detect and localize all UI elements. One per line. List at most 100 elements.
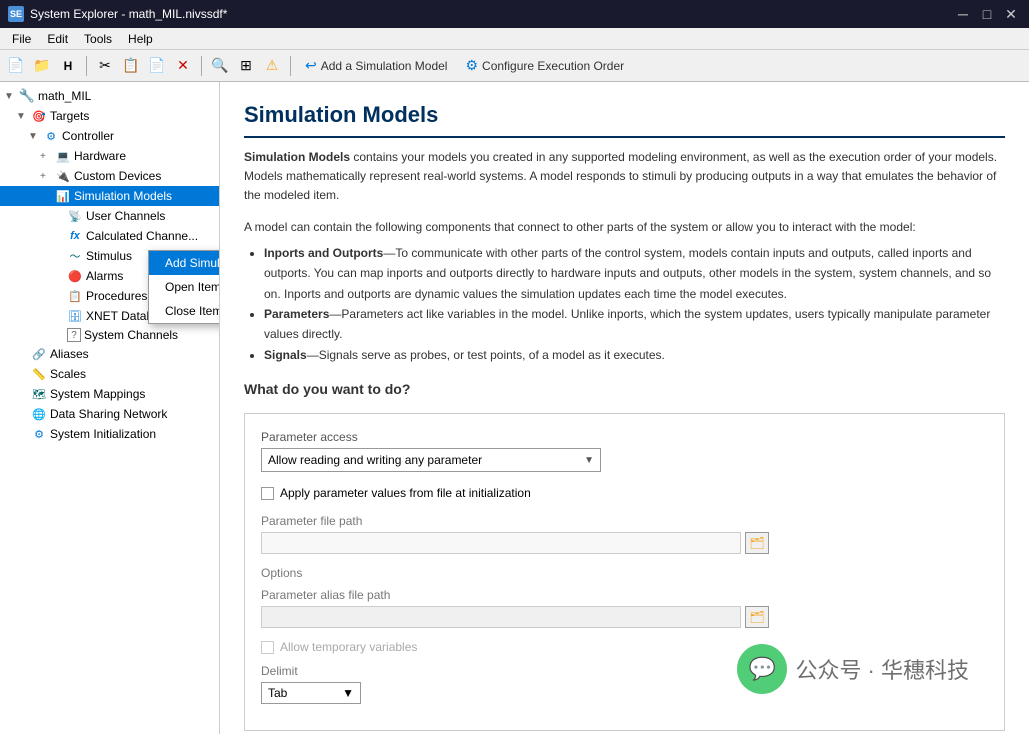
tree-item-math-mil[interactable]: ▼ 🔧 math_MIL [0,86,219,106]
app-icon: SE [8,6,24,22]
add-simulation-icon: ↩ [305,57,317,74]
delimit-value: Tab [268,686,287,700]
tree-item-system-channels[interactable]: ? System Channels [0,326,219,344]
menu-file[interactable]: File [4,30,39,48]
delimit-arrow: ▼ [342,686,354,700]
tree-icon-user-channels: 📡 [67,208,83,224]
toolbar-grid[interactable]: ⊞ [234,54,258,78]
expand-alarms [52,271,64,282]
param-file-label: Parameter file path [261,514,988,528]
expand-controller: ▼ [28,131,40,142]
maximize-button[interactable]: □ [977,4,997,24]
param-access-label: Parameter access [261,430,988,444]
tree-item-hardware[interactable]: + 💻 Hardware [0,146,219,166]
bullet-parameters: Parameters—Parameters act like variables… [264,304,1005,345]
allow-temp-checkbox[interactable] [261,641,274,654]
tree-label-user-channels: User Channels [86,209,165,223]
expand-hardware: + [40,151,52,162]
bullet-inports: Inports and Outports—To communicate with… [264,243,1005,304]
delimit-label: Delimit [261,664,988,678]
tree-icon-scales: 📏 [31,366,47,382]
tree-item-simulation-models[interactable]: 📊 Simulation Models [0,186,219,206]
close-button[interactable]: ✕ [1001,4,1021,24]
tree-icon-aliases: 🔗 [31,346,47,362]
configure-execution-button[interactable]: ⚙ Configure Execution Order [457,54,632,77]
context-open-hierarchy[interactable]: Open Item Hierarchy [149,275,220,299]
param-alias-input[interactable] [261,606,741,628]
param-file-input[interactable] [261,532,741,554]
toolbar-save[interactable]: H [56,54,80,78]
menu-edit[interactable]: Edit [39,30,76,48]
toolbar-search[interactable]: 🔍 [208,54,232,78]
expand-math-mil: ▼ [4,91,16,102]
toolbar-delete[interactable]: ✕ [171,54,195,78]
expand-calculated-channels [52,231,64,242]
what-to-do-heading: What do you want to do? [244,381,1005,397]
tree-item-scales[interactable]: 📏 Scales [0,364,219,384]
toolbar-cut[interactable]: ✂ [93,54,117,78]
description-text: Simulation Models contains your models y… [244,148,1005,206]
tree-item-system-mappings[interactable]: 🗺 System Mappings [0,384,219,404]
toolbar-new[interactable]: 📄 [4,54,28,78]
tree-label-hardware: Hardware [74,149,126,163]
description-rest: contains your models you created in any … [244,150,997,202]
tree-label-aliases: Aliases [50,347,89,361]
tree-item-calculated-channels[interactable]: fx Calculated Channe... [0,226,219,246]
tree-item-controller[interactable]: ▼ ⚙ Controller [0,126,219,146]
delimit-row: Delimit Tab ▼ [261,664,988,704]
toolbar-open[interactable]: 📁 [30,54,54,78]
tree-icon-controller: ⚙ [43,128,59,144]
tree-label-scales: Scales [50,367,86,381]
context-menu: Add Simulation Model Open Item Hierarchy… [148,250,220,324]
title-bar: SE System Explorer - math_MIL.nivssdf* ─… [0,0,1029,28]
tree-item-user-channels[interactable]: 📡 User Channels [0,206,219,226]
expand-data-sharing [16,409,28,420]
tree-icon-system-mappings: 🗺 [31,386,47,402]
tree-label-system-init: System Initialization [50,427,156,441]
apply-params-checkbox[interactable] [261,487,274,500]
tree-item-custom-devices[interactable]: + 🔌 Custom Devices [0,166,219,186]
toolbar: 📄 📁 H ✂ 📋 📄 ✕ 🔍 ⊞ ⚠ ↩ Add a Simulation M… [0,50,1029,82]
context-add-simulation-model[interactable]: Add Simulation Model [149,251,220,275]
tree-label-data-sharing: Data Sharing Network [50,407,167,421]
delimit-select[interactable]: Tab ▼ [261,682,361,704]
tree-item-targets[interactable]: ▼ 🎯 Targets [0,106,219,126]
left-panel: ▼ 🔧 math_MIL ▼ 🎯 Targets ▼ ⚙ Controller … [0,82,220,734]
add-simulation-model-button[interactable]: ↩ Add a Simulation Model [297,54,455,77]
param-access-select[interactable]: Allow reading and writing any parameter … [261,448,601,472]
menu-help[interactable]: Help [120,30,161,48]
tree-label-targets: Targets [50,109,89,123]
param-alias-row: 🗂 [261,606,988,628]
tree-icon-simulation-models: 📊 [55,188,71,204]
tree-label-simulation-models: Simulation Models [74,189,172,203]
tree-item-data-sharing-network[interactable]: 🌐 Data Sharing Network [0,404,219,424]
tree-label-procedures: Procedures [86,289,147,303]
expand-scales [16,369,28,380]
param-file-group: Parameter file path 🗂 [261,514,988,554]
bullet-signals: Signals—Signals serve as probes, or test… [264,345,1005,365]
tree-label-system-channels: System Channels [84,328,178,342]
apply-params-label: Apply parameter values from file at init… [280,486,531,500]
tree-item-aliases[interactable]: 🔗 Aliases [0,344,219,364]
section-text: A model can contain the following compon… [244,218,1005,237]
tree-icon-system-channels: ? [67,328,81,342]
context-close-hierarchy[interactable]: Close Item Hierarchy [149,299,220,323]
toolbar-warn[interactable]: ⚠ [260,54,284,78]
tree-label-math-mil: math_MIL [38,89,91,103]
param-file-browse-button[interactable]: 🗂 [745,532,769,554]
tree-icon-stimulus: 〜 [67,248,83,264]
param-access-arrow: ▼ [584,455,594,466]
minimize-button[interactable]: ─ [953,4,973,24]
tree-label-controller: Controller [62,129,114,143]
toolbar-paste[interactable]: 📄 [145,54,169,78]
apply-params-row: Apply parameter values from file at init… [261,486,988,500]
tree-label-system-mappings: System Mappings [50,387,145,401]
main-container: ▼ 🔧 math_MIL ▼ 🎯 Targets ▼ ⚙ Controller … [0,82,1029,734]
menu-tools[interactable]: Tools [76,30,120,48]
param-alias-browse-button[interactable]: 🗂 [745,606,769,628]
menu-bar: File Edit Tools Help [0,28,1029,50]
tree-item-system-init[interactable]: ⚙ System Initialization [0,424,219,444]
toolbar-copy[interactable]: 📋 [119,54,143,78]
toolbar-separator-1 [86,56,87,76]
tree-icon-procedures: 📋 [67,288,83,304]
